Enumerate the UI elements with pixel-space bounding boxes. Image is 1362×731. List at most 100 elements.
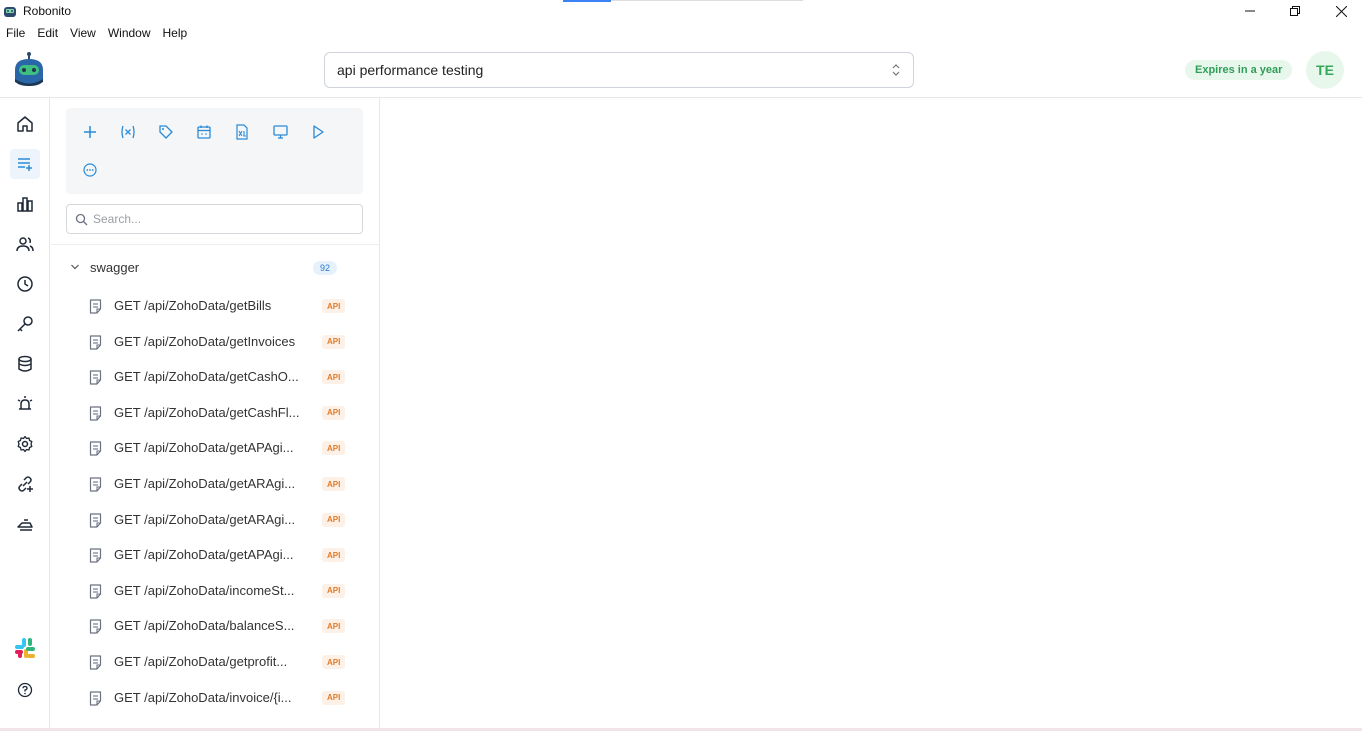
request-label: GET /api/ZohoData/getARAgi... — [114, 476, 296, 491]
request-list-item[interactable]: GET /api/ZohoData/incomeSt... API — [87, 580, 357, 602]
more-icon[interactable] — [78, 158, 102, 182]
api-badge: API — [322, 441, 346, 456]
api-badge: API — [322, 299, 346, 313]
folder-count-badge: 92 — [313, 261, 337, 275]
folder-swagger[interactable]: swagger 92 — [66, 258, 356, 278]
user-avatar[interactable]: TE — [1306, 51, 1344, 89]
run-play-icon[interactable] — [306, 120, 330, 144]
request-list-item[interactable]: GET /api/ZohoData/getCashO... API — [87, 366, 357, 388]
request-label: GET /api/ZohoData/getprofit... — [114, 654, 288, 669]
variables-icon[interactable] — [116, 120, 140, 144]
history-clock-icon[interactable] — [10, 269, 40, 299]
panel-divider — [51, 244, 379, 245]
request-doc-icon — [89, 406, 102, 421]
integration-link-icon[interactable] — [10, 469, 40, 499]
api-badge: API — [322, 548, 346, 563]
key-icon[interactable] — [10, 309, 40, 339]
cloud-run-icon[interactable] — [10, 509, 40, 539]
search-placeholder: Search... — [93, 212, 142, 226]
close-icon[interactable] — [1318, 0, 1362, 22]
api-badge: API — [322, 477, 346, 491]
menu-help[interactable]: Help — [157, 23, 194, 43]
test-panel: Search... swagger 92 GET /api/ZohoData/g… — [51, 98, 380, 731]
api-badge: API — [322, 690, 346, 705]
home-icon[interactable] — [10, 109, 40, 139]
test-toolbar — [66, 108, 363, 194]
request-list-item[interactable]: GET /api/ZohoData/getAPAgi... API — [87, 437, 357, 459]
menu-file[interactable]: File — [0, 23, 31, 43]
request-doc-icon — [89, 370, 102, 385]
request-list-item[interactable]: GET /api/ZohoData/balanceS... API — [87, 615, 357, 637]
request-label: GET /api/ZohoData/getAPAgi... — [114, 440, 294, 456]
request-label: GET /api/ZohoData/incomeSt... — [114, 582, 295, 598]
restore-icon[interactable] — [1272, 0, 1318, 22]
menu-view[interactable]: View — [64, 23, 102, 43]
calendar-icon[interactable] — [192, 120, 216, 144]
request-doc-icon — [89, 548, 102, 563]
api-badge: API — [322, 655, 346, 669]
database-icon[interactable] — [10, 349, 40, 379]
search-icon — [75, 213, 88, 226]
window-title: Robonito — [23, 4, 72, 18]
api-badge: API — [322, 583, 346, 598]
window-titlebar: Robonito — [0, 0, 1362, 22]
search-input[interactable]: Search... — [66, 204, 363, 234]
add-icon[interactable] — [78, 120, 102, 144]
request-doc-icon — [89, 655, 102, 670]
tag-icon[interactable] — [154, 120, 178, 144]
api-badge: API — [322, 619, 346, 634]
help-icon[interactable] — [10, 675, 40, 705]
monitor-icon[interactable] — [268, 120, 292, 144]
request-list-item[interactable]: GET /api/ZohoData/getInvoices API — [87, 331, 357, 353]
request-doc-icon — [89, 690, 102, 706]
request-list-item[interactable]: GET /api/ZohoData/invoice/{i... API — [87, 687, 357, 709]
api-badge: API — [322, 370, 346, 385]
request-label: GET /api/ZohoData/getCashO... — [114, 369, 299, 385]
request-doc-icon — [89, 477, 102, 492]
request-doc-icon — [89, 619, 102, 634]
request-label: GET /api/ZohoData/getInvoices — [114, 333, 296, 349]
project-select-value: api performance testing — [337, 62, 484, 78]
test-list-icon[interactable] — [10, 149, 40, 179]
request-label: GET /api/ZohoData/getBills — [114, 298, 272, 313]
api-badge: API — [322, 512, 346, 527]
request-doc-icon — [89, 512, 102, 528]
app-header: api performance testing Expires in a yea… — [0, 44, 1362, 98]
api-badge: API — [322, 334, 346, 349]
request-list-item[interactable]: GET /api/ZohoData/getARAgi... API — [87, 509, 357, 531]
chevron-down-icon[interactable] — [70, 262, 80, 272]
request-doc-icon — [89, 441, 102, 456]
folder-name: swagger — [90, 260, 140, 275]
request-list-item[interactable]: GET /api/ZohoData/getARAgi... API — [87, 473, 357, 495]
settings-gear-icon[interactable] — [10, 429, 40, 459]
users-icon[interactable] — [10, 229, 40, 259]
request-label: GET /api/ZohoData/getARAgi... — [114, 511, 296, 527]
left-sidebar — [0, 98, 50, 731]
minimize-icon[interactable] — [1227, 0, 1273, 22]
request-doc-icon — [89, 299, 102, 314]
request-list-item[interactable]: GET /api/ZohoData/getCashFl... API — [87, 402, 357, 424]
loading-progress — [563, 0, 803, 2]
menu-bar: File Edit View Window Help — [0, 23, 193, 43]
alarm-icon[interactable] — [10, 389, 40, 419]
reports-chart-icon[interactable] — [10, 189, 40, 219]
request-label: GET /api/ZohoData/getCashFl... — [114, 404, 300, 420]
app-logo-small-icon — [3, 4, 17, 18]
menu-edit[interactable]: Edit — [31, 23, 64, 43]
request-label: GET /api/ZohoData/getAPAgi... — [114, 547, 294, 563]
request-list-item[interactable]: GET /api/ZohoData/getAPAgi... API — [87, 544, 357, 566]
excel-import-icon[interactable] — [230, 120, 254, 144]
chevron-updown-icon — [891, 63, 901, 77]
api-badge: API — [322, 405, 346, 420]
request-label: GET /api/ZohoData/balanceS... — [114, 618, 295, 634]
request-doc-icon — [89, 584, 102, 599]
request-doc-icon — [89, 334, 102, 350]
robonito-logo-icon[interactable] — [12, 52, 46, 88]
project-select[interactable]: api performance testing — [324, 52, 914, 88]
expires-badge: Expires in a year — [1185, 60, 1293, 80]
request-label: GET /api/ZohoData/invoice/{i... — [114, 689, 292, 705]
menu-window[interactable]: Window — [102, 23, 157, 43]
request-list-item[interactable]: GET /api/ZohoData/getprofit... API — [87, 651, 357, 673]
slack-icon[interactable] — [10, 633, 40, 663]
request-list-item[interactable]: GET /api/ZohoData/getBills API — [87, 295, 357, 317]
